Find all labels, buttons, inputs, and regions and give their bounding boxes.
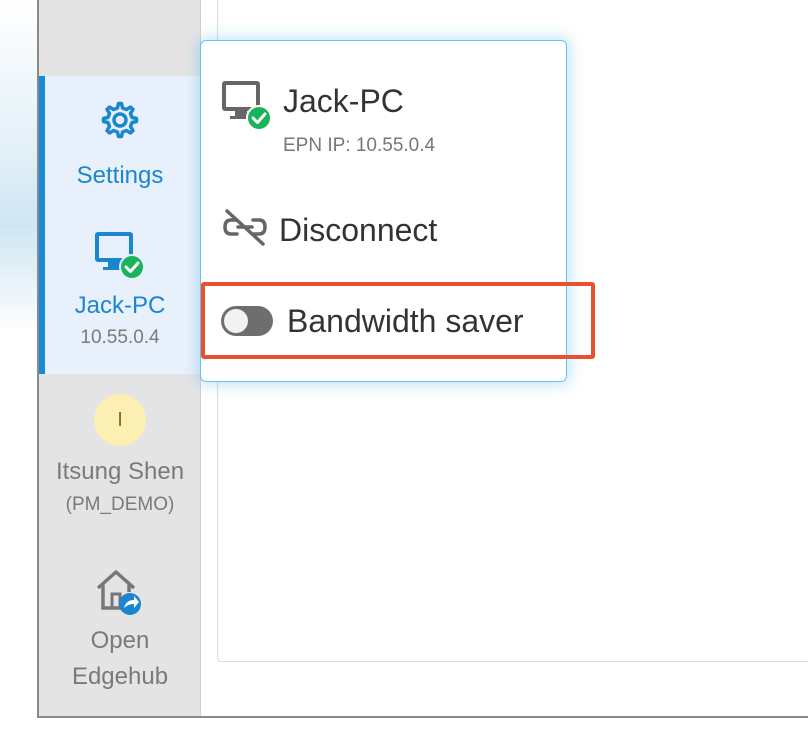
home-share-icon — [92, 564, 148, 623]
device-popup-menu: Jack-PC EPN IP: 10.55.0.4 Disconnect Ban… — [200, 40, 567, 382]
sidebar-device-name: Jack-PC — [74, 292, 166, 319]
popup-device-ip: EPN IP: 10.55.0.4 — [283, 135, 436, 156]
disconnect-label: Disconnect — [279, 211, 438, 248]
avatar: I — [94, 394, 146, 446]
sidebar-edgehub-line2: Edgehub — [71, 663, 169, 690]
active-indicator — [39, 76, 45, 374]
link-off-icon — [221, 206, 269, 255]
sidebar-edgehub-line1: Open — [90, 627, 150, 654]
sidebar-item-settings[interactable]: Settings — [39, 76, 201, 210]
bandwidth-saver-toggle-row[interactable]: Bandwidth saver — [221, 299, 524, 343]
disconnect-button[interactable]: Disconnect — [221, 208, 437, 252]
bandwidth-saver-label: Bandwidth saver — [287, 302, 524, 339]
sidebar-device-ip: 10.55.0.4 — [80, 327, 160, 348]
gear-icon — [100, 100, 140, 145]
sidebar-item-label: Settings — [76, 162, 164, 189]
sidebar-user-org: (PM_DEMO) — [65, 494, 175, 515]
bandwidth-saver-toggle[interactable] — [221, 306, 273, 336]
sidebar-item-user[interactable]: I Itsung Shen (PM_DEMO) — [39, 376, 201, 536]
desktop-background — [0, 0, 40, 740]
sidebar-item-device[interactable]: Jack-PC 10.55.0.4 — [39, 210, 201, 374]
sidebar: Settings Jack-PC 10.55.0.4 I Itsung Shen… — [39, 0, 201, 716]
sidebar-user-name: Itsung Shen — [55, 458, 185, 485]
monitor-check-icon — [94, 230, 146, 285]
monitor-check-icon — [221, 79, 277, 138]
sidebar-item-open-edgehub[interactable]: Open Edgehub — [39, 556, 201, 706]
toggle-knob — [224, 309, 248, 333]
popup-device-name: Jack-PC — [283, 83, 404, 119]
